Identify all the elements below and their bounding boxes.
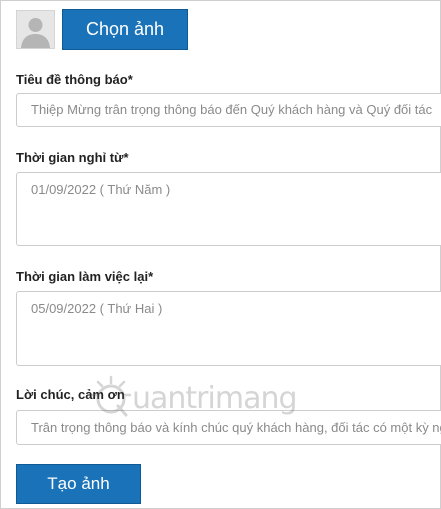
wishes-label: Lời chúc, cảm ơn xyxy=(16,387,125,402)
back-to-work-textarea[interactable]: 05/09/2022 ( Thứ Hai ) xyxy=(16,291,441,366)
off-from-textarea[interactable]: 01/09/2022 ( Thứ Năm ) xyxy=(16,172,441,246)
avatar-placeholder-icon xyxy=(16,10,55,49)
choose-image-button[interactable]: Chọn ảnh xyxy=(62,9,188,50)
off-from-label: Thời gian nghỉ từ* xyxy=(16,150,129,165)
create-image-button[interactable]: Tạo ảnh xyxy=(16,464,141,504)
title-label: Tiêu đề thông báo* xyxy=(16,72,133,87)
wishes-input[interactable]: Trân trọng thông báo và kính chúc quý kh… xyxy=(16,410,441,445)
title-input[interactable]: Thiệp Mừng trân trọng thông báo đến Quý … xyxy=(16,93,441,127)
back-to-work-label: Thời gian làm việc lại* xyxy=(16,269,154,284)
